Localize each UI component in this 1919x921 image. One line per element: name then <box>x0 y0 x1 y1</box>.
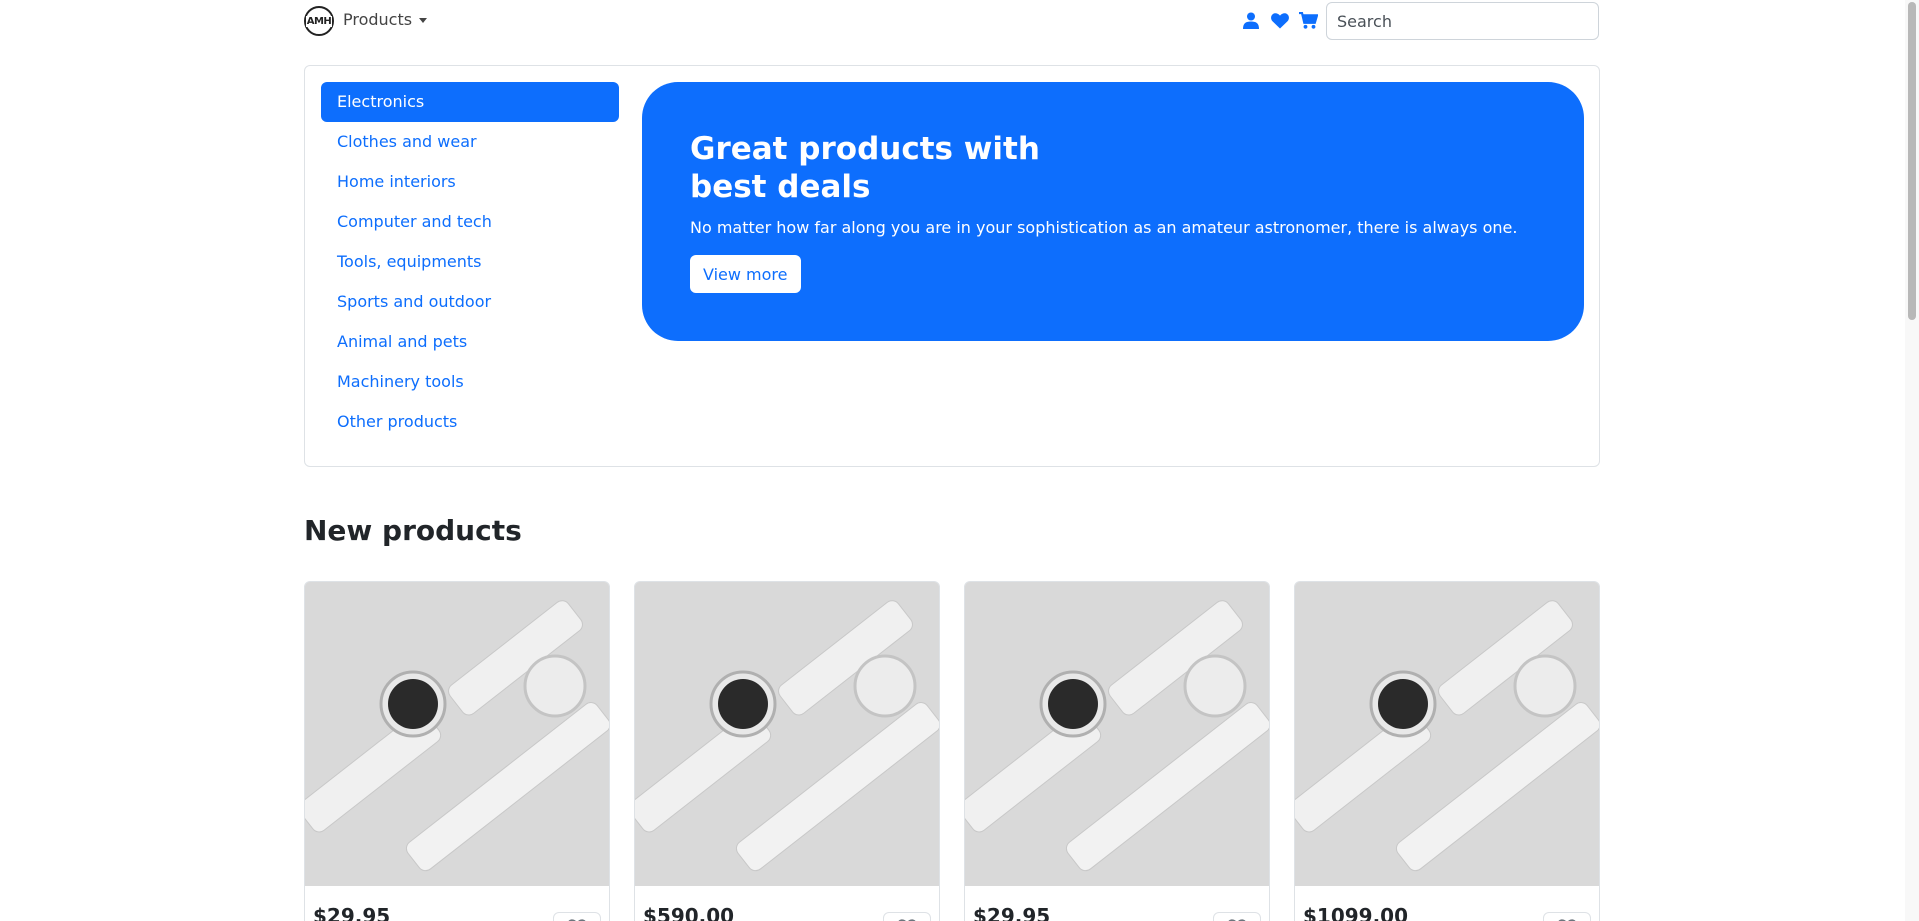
category-item-other-products[interactable]: Other products <box>321 402 619 442</box>
category-item-sports-and-outdoor[interactable]: Sports and outdoor <box>321 282 619 322</box>
product-image[interactable] <box>635 582 939 886</box>
cart-icon[interactable] <box>1298 10 1319 31</box>
promo-banner: Great products with best deals No matter… <box>642 82 1584 341</box>
product-card[interactable]: $29.95 <box>304 581 610 921</box>
product-price: $29.95 <box>313 904 391 921</box>
product-card[interactable]: $590.00 <box>634 581 940 921</box>
logo-text: AMH <box>305 15 333 27</box>
search-input[interactable] <box>1326 2 1599 40</box>
add-to-favorites-button[interactable] <box>553 912 601 921</box>
banner-title: Great products with best deals <box>690 130 1110 206</box>
product-price: $1099.00 <box>1303 904 1409 921</box>
navbar: AMH Products <box>0 0 1919 42</box>
product-grid: $29.95 $590.00 $29.95 $1099.00 <box>304 581 1600 921</box>
caret-down-icon <box>419 18 428 23</box>
product-price: $29.95 <box>973 904 1051 921</box>
category-item-clothes-and-wear[interactable]: Clothes and wear <box>321 122 619 162</box>
add-to-favorites-button[interactable] <box>1543 912 1591 921</box>
add-to-favorites-button[interactable] <box>883 912 931 921</box>
product-price: $590.00 <box>643 904 735 921</box>
category-item-animal-and-pets[interactable]: Animal and pets <box>321 322 619 362</box>
category-item-tools-equipments[interactable]: Tools, equipments <box>321 242 619 282</box>
new-products-heading: New products <box>304 514 522 547</box>
product-card[interactable]: $29.95 <box>964 581 1270 921</box>
brand-logo[interactable]: AMH <box>304 6 334 36</box>
products-dropdown[interactable]: Products <box>343 10 428 29</box>
category-item-machinery-tools[interactable]: Machinery tools <box>321 362 619 402</box>
add-to-favorites-button[interactable] <box>1213 912 1261 921</box>
product-image[interactable] <box>305 582 609 886</box>
banner-text: No matter how far along you are in your … <box>690 218 1518 237</box>
category-item-computer-and-tech[interactable]: Computer and tech <box>321 202 619 242</box>
user-icon[interactable] <box>1240 10 1261 31</box>
products-dropdown-label: Products <box>343 10 413 29</box>
scrollbar-thumb[interactable] <box>1908 2 1916 320</box>
category-list: Electronics Clothes and wear Home interi… <box>321 82 619 442</box>
category-item-home-interiors[interactable]: Home interiors <box>321 162 619 202</box>
nav-icons <box>1240 10 1319 31</box>
hero-card: Electronics Clothes and wear Home interi… <box>304 65 1600 467</box>
product-image[interactable] <box>1295 582 1599 886</box>
category-item-electronics[interactable]: Electronics <box>321 82 619 122</box>
page-scrollbar[interactable] <box>1905 0 1919 921</box>
banner-title-line-1: Great products with <box>690 131 1040 167</box>
view-more-button[interactable]: View more <box>690 255 801 293</box>
product-image[interactable] <box>965 582 1269 886</box>
banner-title-line-2: best deals <box>690 169 871 205</box>
product-card[interactable]: $1099.00 <box>1294 581 1600 921</box>
heart-icon[interactable] <box>1269 10 1290 31</box>
